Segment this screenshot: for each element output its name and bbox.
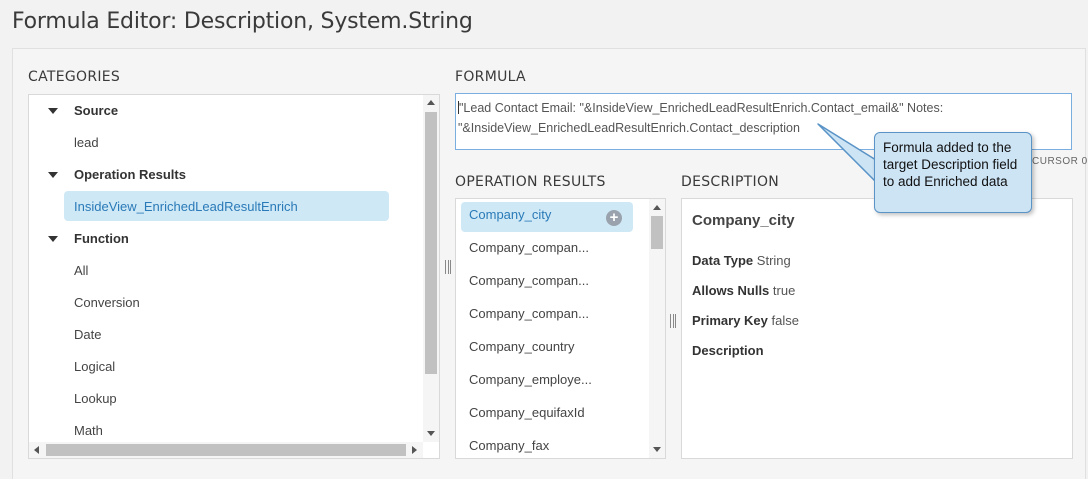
cursor-position-label: CURSOR 0	[1032, 156, 1088, 167]
scrollbar-thumb[interactable]	[425, 112, 437, 374]
list-item[interactable]: Company_employe...	[469, 372, 592, 387]
description-label: Description	[692, 343, 764, 358]
primary-key-row: Primary Key false	[692, 313, 799, 328]
formula-line-1: "Lead Contact Email: "&InsideView_Enrich…	[459, 101, 944, 115]
categories-heading: CATEGORIES	[28, 69, 121, 85]
list-item[interactable]: Company_equifaxId	[469, 405, 585, 420]
categories-tree[interactable]: Source lead Operation Results InsideView…	[28, 94, 440, 459]
collapse-arrow-icon[interactable]	[48, 236, 58, 242]
data-type-row: Data Type String	[692, 253, 791, 268]
scrollbar-thumb[interactable]	[46, 444, 406, 456]
scroll-right-arrow-icon[interactable]	[412, 446, 417, 454]
collapse-arrow-icon[interactable]	[48, 172, 58, 178]
tree-group-source[interactable]: Source	[74, 103, 118, 118]
operation-results-scrollbar[interactable]	[649, 199, 665, 458]
description-row: Description	[692, 343, 764, 358]
tree-item-conversion[interactable]: Conversion	[74, 295, 140, 310]
list-item[interactable]: Company_city	[469, 207, 551, 222]
allows-nulls-row: Allows Nulls true	[692, 283, 795, 298]
page-title: Formula Editor: Description, System.Stri…	[12, 9, 473, 34]
tree-group-function[interactable]: Function	[74, 231, 129, 246]
allows-nulls-label: Allows Nulls	[692, 283, 770, 298]
primary-key-value: false	[771, 313, 799, 328]
scroll-down-arrow-icon[interactable]	[653, 447, 661, 452]
panel-splitter-handle[interactable]	[445, 260, 451, 274]
scroll-up-arrow-icon[interactable]	[653, 205, 661, 210]
scroll-down-arrow-icon[interactable]	[427, 431, 435, 436]
tree-item-logical[interactable]: Logical	[74, 359, 115, 374]
tree-group-operation-results[interactable]: Operation Results	[74, 167, 186, 182]
operation-results-heading: OPERATION RESULTS	[455, 174, 606, 190]
field-name: Company_city	[692, 212, 795, 229]
scroll-left-arrow-icon[interactable]	[34, 446, 39, 454]
list-item[interactable]: Company_country	[469, 339, 575, 354]
tree-item-all[interactable]: All	[74, 263, 88, 278]
scrollbar-thumb[interactable]	[651, 216, 663, 249]
add-plus-icon[interactable]: +	[606, 210, 622, 226]
allows-nulls-value: true	[772, 283, 796, 298]
tree-item-insideview[interactable]: InsideView_EnrichedLeadResultEnrich	[74, 199, 298, 214]
collapse-arrow-icon[interactable]	[48, 108, 58, 114]
tree-item-lead[interactable]: lead	[74, 135, 99, 150]
panel-splitter-handle[interactable]	[670, 314, 676, 328]
description-heading: DESCRIPTION	[681, 174, 780, 190]
data-type-value: String	[756, 253, 791, 268]
categories-vertical-scrollbar[interactable]	[423, 95, 439, 442]
formula-heading: FORMULA	[455, 69, 526, 85]
list-item[interactable]: Company_compan...	[469, 273, 589, 288]
list-item[interactable]: Company_fax	[469, 438, 549, 453]
scroll-up-arrow-icon[interactable]	[427, 100, 435, 105]
list-item[interactable]: Company_compan...	[469, 240, 589, 255]
annotation-callout: Formula added to the target Description …	[874, 132, 1032, 213]
data-type-label: Data Type	[692, 253, 754, 268]
primary-key-label: Primary Key	[692, 313, 768, 328]
description-panel: Company_city Data Type String Allows Nul…	[681, 198, 1073, 459]
categories-horizontal-scrollbar[interactable]	[29, 442, 423, 458]
tree-item-date[interactable]: Date	[74, 327, 101, 342]
tree-item-math[interactable]: Math	[74, 423, 103, 438]
operation-results-list[interactable]: + Company_city Company_compan... Company…	[455, 198, 666, 459]
tree-item-lookup[interactable]: Lookup	[74, 391, 117, 406]
list-item[interactable]: Company_compan...	[469, 306, 589, 321]
